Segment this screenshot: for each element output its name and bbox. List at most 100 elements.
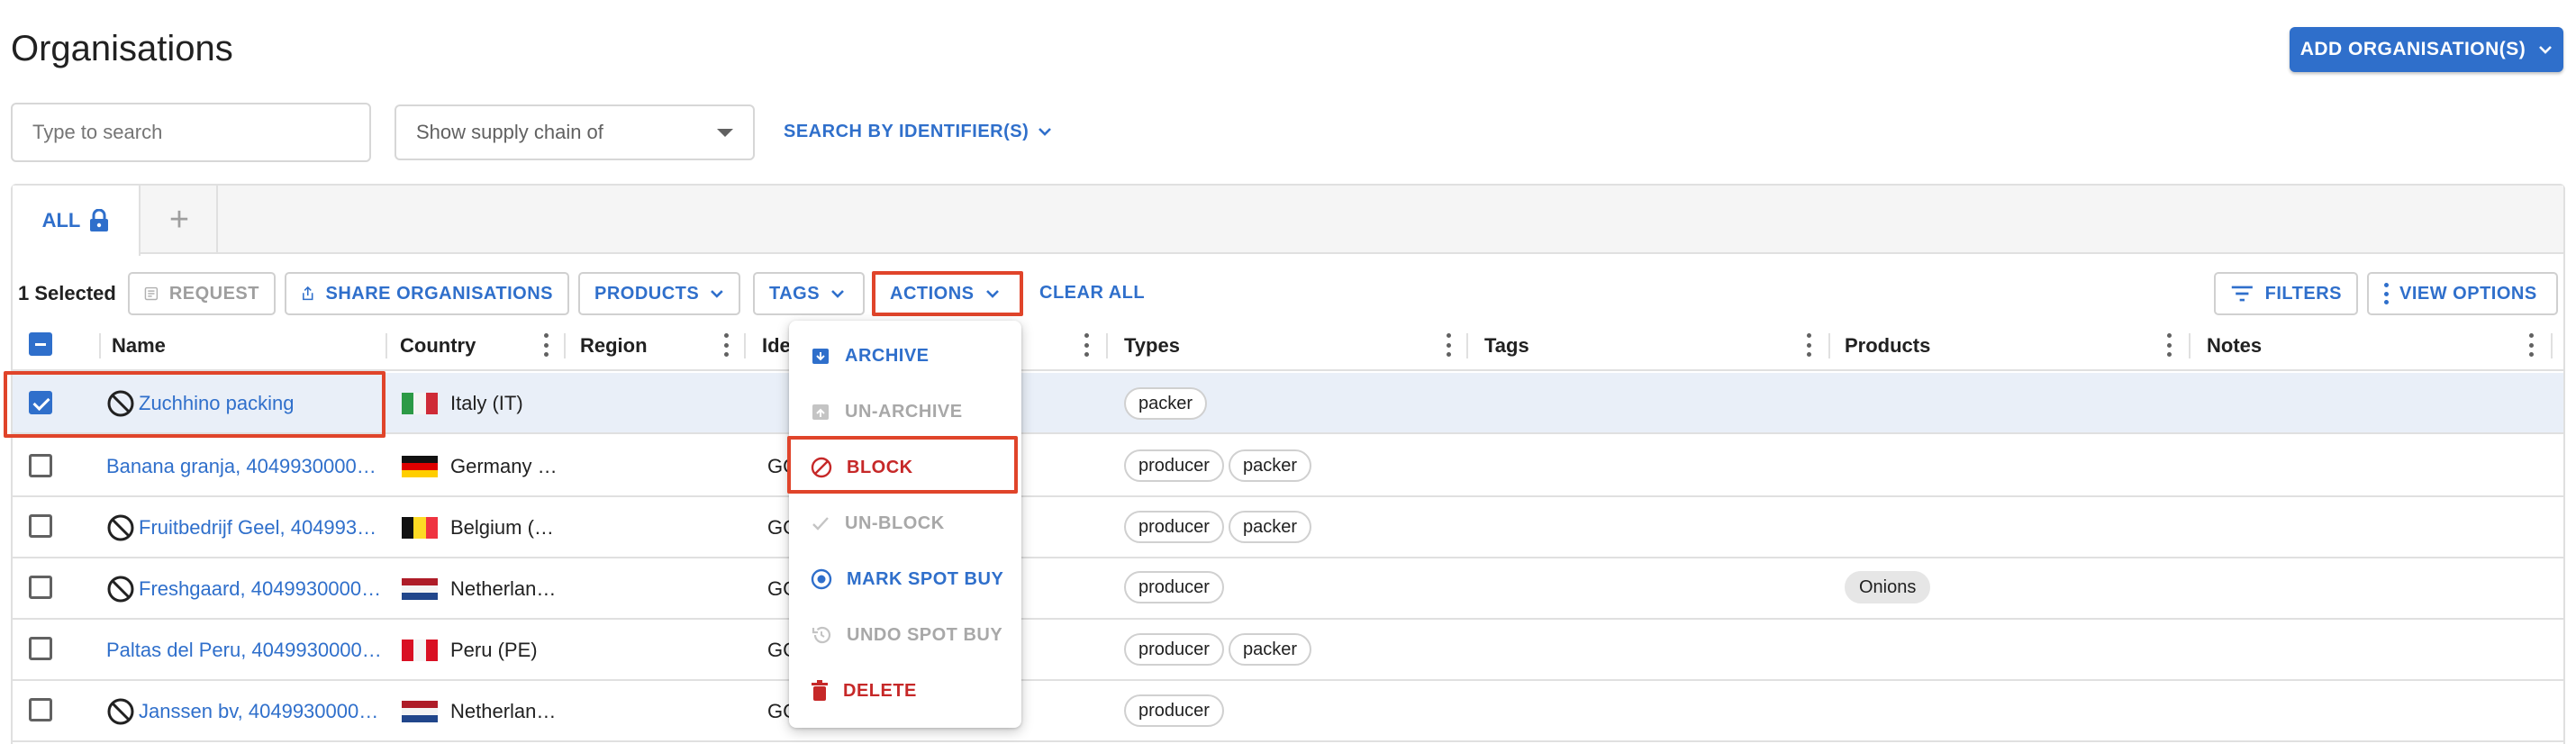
column-header-notes[interactable]: Notes bbox=[2207, 321, 2262, 371]
country-text: Netherlan… bbox=[450, 700, 555, 722]
actions-button[interactable]: ACTIONS bbox=[872, 271, 1023, 316]
menu-item-archive[interactable]: ARCHIVE bbox=[789, 328, 1021, 384]
menu-item-delete-label: DELETE bbox=[843, 680, 917, 701]
search-input[interactable] bbox=[11, 103, 371, 162]
row-name-cell[interactable]: Janssen bv, 4049930000… bbox=[106, 681, 382, 742]
row-checkbox[interactable] bbox=[29, 637, 52, 660]
column-separator bbox=[385, 333, 387, 358]
country-text: Italy (IT) bbox=[450, 392, 523, 414]
type-chip: producer bbox=[1124, 633, 1224, 666]
row-country-cell: Italy (IT) bbox=[402, 373, 555, 434]
column-header-country[interactable]: Country bbox=[400, 321, 476, 371]
select-all-checkbox[interactable] bbox=[29, 332, 52, 356]
column-header-types[interactable]: Types bbox=[1124, 321, 1180, 371]
row-name-cell[interactable]: Fruitbedrijf Geel, 404993… bbox=[106, 497, 382, 558]
filter-icon bbox=[2231, 286, 2253, 302]
row-checkbox[interactable] bbox=[29, 514, 52, 538]
lock-icon bbox=[90, 209, 109, 231]
type-chip: producer bbox=[1124, 449, 1224, 482]
menu-item-archive-label: ARCHIVE bbox=[845, 345, 930, 366]
blocked-icon bbox=[107, 698, 134, 725]
organisation-name-link[interactable]: Banana granja, 4049930000… bbox=[106, 455, 376, 478]
search-by-identifier-label: SEARCH BY IDENTIFIER(S) bbox=[784, 121, 1029, 141]
column-menu-icon[interactable] bbox=[2166, 333, 2172, 357]
column-separator bbox=[1828, 333, 1830, 358]
actions-label: ACTIONS bbox=[890, 283, 975, 304]
share-organisations-button[interactable]: SHARE ORGANISATIONS bbox=[285, 272, 569, 315]
add-organisation-button[interactable]: ADD ORGANISATION(S) bbox=[2290, 27, 2563, 72]
flag-netherlands-icon bbox=[402, 578, 438, 600]
filters-label: FILTERS bbox=[2264, 283, 2342, 304]
tags-label: TAGS bbox=[769, 283, 821, 304]
menu-item-unarchive[interactable]: UN-ARCHIVE bbox=[789, 384, 1021, 440]
country-text: Peru (PE) bbox=[450, 639, 538, 661]
type-chip: producer bbox=[1124, 571, 1224, 603]
organisation-name-link[interactable]: Janssen bv, 4049930000… bbox=[139, 700, 378, 723]
column-menu-icon[interactable] bbox=[723, 333, 729, 357]
unarchive-icon bbox=[812, 404, 829, 420]
column-menu-icon[interactable] bbox=[1446, 333, 1451, 357]
products-label: PRODUCTS bbox=[594, 283, 700, 304]
column-separator bbox=[99, 333, 101, 358]
column-menu-icon[interactable] bbox=[543, 333, 549, 357]
organisation-name-link[interactable]: Freshgaard, 4049930000… bbox=[139, 577, 381, 601]
menu-item-mark-spot-buy[interactable]: MARK SPOT BUY bbox=[789, 551, 1021, 607]
filters-button[interactable]: FILTERS bbox=[2214, 272, 2358, 315]
chevron-down-icon bbox=[2539, 46, 2553, 54]
type-chip: producer bbox=[1124, 511, 1224, 543]
column-header-name[interactable]: Name bbox=[112, 321, 166, 371]
row-country-cell: Peru (PE) bbox=[402, 620, 555, 681]
country-text: Germany … bbox=[450, 455, 555, 477]
view-options-button[interactable]: VIEW OPTIONS bbox=[2367, 272, 2558, 315]
table-row[interactable] bbox=[13, 373, 2563, 434]
search-by-identifier-button[interactable]: SEARCH BY IDENTIFIER(S) bbox=[784, 115, 1052, 148]
column-separator bbox=[1466, 333, 1468, 358]
row-name-cell[interactable]: Freshgaard, 4049930000… bbox=[106, 558, 382, 620]
type-chip: packer bbox=[1229, 511, 1312, 543]
row-name-cell[interactable]: Paltas del Peru, 4049930000… bbox=[106, 620, 382, 681]
highlight-selected-row bbox=[4, 371, 385, 438]
tags-button[interactable]: TAGS bbox=[753, 272, 865, 315]
type-chip: packer bbox=[1124, 387, 1208, 420]
column-header-identifier[interactable]: Ide bbox=[762, 321, 791, 371]
menu-item-mark-spot-buy-label: MARK SPOT BUY bbox=[847, 568, 1004, 589]
check-icon bbox=[812, 517, 829, 531]
request-button[interactable]: REQUEST bbox=[128, 272, 276, 315]
organisation-name-link[interactable]: Fruitbedrijf Geel, 404993… bbox=[139, 516, 376, 540]
menu-item-delete[interactable]: DELETE bbox=[789, 663, 1021, 719]
menu-item-undo-spot-buy[interactable]: UNDO SPOT BUY bbox=[789, 607, 1021, 663]
column-separator bbox=[1106, 333, 1108, 358]
clear-all-button[interactable]: CLEAR ALL bbox=[1039, 283, 1145, 304]
table-row[interactable] bbox=[13, 681, 2563, 742]
column-separator bbox=[564, 333, 566, 358]
tab-bar bbox=[13, 186, 2563, 254]
flag-italy-icon bbox=[402, 393, 438, 414]
blocked-icon bbox=[107, 576, 134, 603]
row-checkbox[interactable] bbox=[29, 576, 52, 599]
delete-icon bbox=[812, 680, 828, 701]
type-chip: producer bbox=[1124, 694, 1224, 727]
kebab-icon bbox=[2383, 283, 2389, 304]
column-menu-icon[interactable] bbox=[1084, 333, 1089, 357]
chevron-down-icon bbox=[1039, 128, 1052, 136]
add-tab-button[interactable]: + bbox=[142, 186, 218, 254]
column-menu-icon[interactable] bbox=[2528, 333, 2534, 357]
flag-germany-icon bbox=[402, 456, 438, 477]
organisation-name-link[interactable]: Paltas del Peru, 4049930000… bbox=[106, 639, 382, 662]
table-row[interactable] bbox=[13, 558, 2563, 620]
flag-peru-icon bbox=[402, 640, 438, 661]
products-button[interactable]: PRODUCTS bbox=[578, 272, 740, 315]
view-options-label: VIEW OPTIONS bbox=[2399, 283, 2537, 304]
selected-count: 1 Selected bbox=[18, 282, 116, 304]
column-menu-icon[interactable] bbox=[1806, 333, 1811, 357]
row-checkbox[interactable] bbox=[29, 698, 52, 721]
column-header-region[interactable]: Region bbox=[580, 321, 648, 371]
column-header-products[interactable]: Products bbox=[1845, 321, 1930, 371]
column-header-tags[interactable]: Tags bbox=[1484, 321, 1529, 371]
supply-chain-select[interactable]: Show supply chain of bbox=[395, 104, 755, 160]
row-checkbox[interactable] bbox=[29, 454, 52, 477]
menu-item-unblock[interactable]: UN-BLOCK bbox=[789, 495, 1021, 551]
column-separator bbox=[744, 333, 746, 358]
row-name-cell[interactable]: Banana granja, 4049930000… bbox=[106, 436, 382, 497]
tab-all[interactable]: ALL bbox=[13, 186, 141, 256]
